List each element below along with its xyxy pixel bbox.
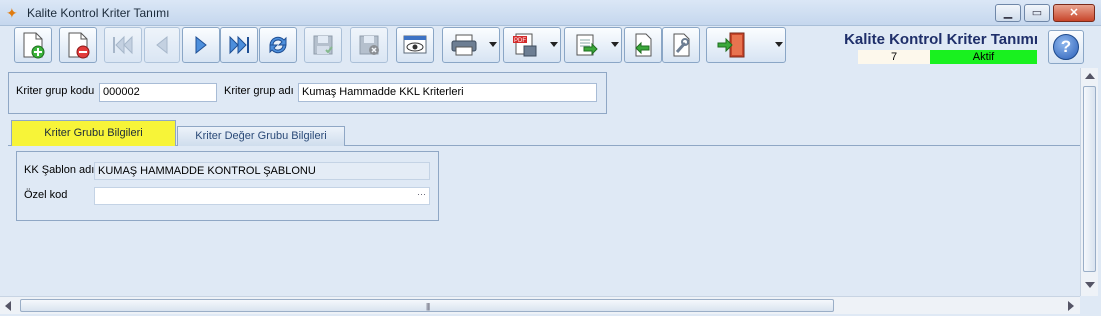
tab-criteria-value-group-info[interactable]: Kriter Değer Grubu Bilgileri xyxy=(177,126,345,146)
status-badge: Aktif xyxy=(930,50,1037,64)
chevron-down-icon xyxy=(550,42,558,47)
group-code-input[interactable]: 000002 xyxy=(99,83,217,102)
page-title: Kalite Kontrol Kriter Tanımı xyxy=(844,31,1038,48)
minimize-button[interactable]: ▁ xyxy=(995,4,1021,22)
criteria-group-box: Kriter grup kodu 000002 Kriter grup adı … xyxy=(8,72,607,114)
preview-icon xyxy=(403,35,427,54)
save-button[interactable] xyxy=(304,27,342,63)
first-record-button[interactable] xyxy=(104,27,142,63)
help-icon: ? xyxy=(1053,34,1079,60)
exit-button[interactable] xyxy=(706,27,786,63)
export-button[interactable] xyxy=(564,27,622,63)
form-content: Kriter grup kodu 000002 Kriter grup adı … xyxy=(0,68,1080,296)
printer-icon xyxy=(451,34,477,56)
help-button[interactable]: ? xyxy=(1048,30,1084,64)
next-record-button[interactable] xyxy=(182,27,220,63)
new-document-icon xyxy=(23,32,45,59)
group-name-label: Kriter grup adı xyxy=(224,85,294,97)
window-title: Kalite Kontrol Kriter Tanımı xyxy=(27,6,170,20)
new-record-button[interactable] xyxy=(14,27,52,63)
title-bar: ✦ Kalite Kontrol Kriter Tanımı ▁ ▭ ✕ xyxy=(0,0,1101,26)
chevron-down-icon xyxy=(611,42,619,47)
settings-button[interactable] xyxy=(662,27,700,63)
special-code-input[interactable]: ··· xyxy=(94,187,430,205)
cancel-save-icon xyxy=(359,35,379,55)
previous-icon xyxy=(156,35,168,55)
import-icon xyxy=(635,33,652,57)
svg-text:PDF: PDF xyxy=(514,38,526,44)
exit-door-icon xyxy=(717,32,745,58)
maximize-button[interactable]: ▭ xyxy=(1024,4,1050,22)
delete-document-icon xyxy=(68,32,90,59)
scroll-grip-icon: ||| xyxy=(426,302,430,311)
scroll-down-icon[interactable] xyxy=(1085,282,1095,288)
next-icon xyxy=(195,35,207,55)
horizontal-scroll-thumb[interactable]: ||| xyxy=(20,299,834,312)
pdf-export-button[interactable]: PDF xyxy=(503,27,561,63)
close-window-button[interactable]: ✕ xyxy=(1053,4,1095,22)
last-record-button[interactable] xyxy=(220,27,258,63)
scroll-right-icon[interactable] xyxy=(1068,301,1074,311)
export-icon xyxy=(576,34,598,56)
previous-record-button[interactable] xyxy=(144,27,180,63)
vertical-scroll-thumb[interactable] xyxy=(1083,86,1096,272)
special-code-label: Özel kod xyxy=(24,189,68,201)
template-box: KK Şablon adı KUMAŞ HAMMADDE KONTROL ŞAB… xyxy=(16,151,439,221)
import-button[interactable] xyxy=(624,27,662,63)
lookup-ellipsis-icon[interactable]: ··· xyxy=(417,189,426,199)
first-icon xyxy=(113,35,133,55)
template-name-label: KK Şablon adı xyxy=(24,164,95,176)
record-count: 7 xyxy=(858,50,930,64)
refresh-icon xyxy=(269,36,287,54)
delete-record-button[interactable] xyxy=(59,27,97,63)
group-name-input[interactable]: Kumaş Hammadde KKL Kriterleri xyxy=(298,83,597,102)
butterfly-app-icon: ✦ xyxy=(6,5,18,21)
chevron-down-icon xyxy=(775,42,783,47)
scroll-up-icon[interactable] xyxy=(1085,73,1095,79)
print-button[interactable] xyxy=(442,27,500,63)
vertical-scrollbar[interactable] xyxy=(1080,68,1098,296)
scrollbar-corner xyxy=(1080,296,1101,316)
group-code-label: Kriter grup kodu xyxy=(16,85,95,97)
horizontal-scrollbar[interactable]: ||| xyxy=(0,296,1080,314)
preview-button[interactable] xyxy=(396,27,434,63)
tools-icon xyxy=(673,33,690,57)
refresh-button[interactable] xyxy=(259,27,297,63)
last-icon xyxy=(229,35,249,55)
tab-page: KK Şablon adı KUMAŞ HAMMADDE KONTROL ŞAB… xyxy=(8,146,1080,296)
save-icon xyxy=(313,35,333,55)
scroll-left-icon[interactable] xyxy=(5,301,11,311)
tab-criteria-group-info[interactable]: Kriter Grubu Bilgileri xyxy=(11,120,176,147)
template-name-field[interactable]: KUMAŞ HAMMADDE KONTROL ŞABLONU xyxy=(94,162,430,180)
pdf-icon: PDF xyxy=(513,33,537,57)
cancel-save-button[interactable] xyxy=(350,27,388,63)
tab-strip: Kriter Grubu Bilgileri Kriter Değer Grub… xyxy=(8,120,1080,147)
chevron-down-icon xyxy=(489,42,497,47)
